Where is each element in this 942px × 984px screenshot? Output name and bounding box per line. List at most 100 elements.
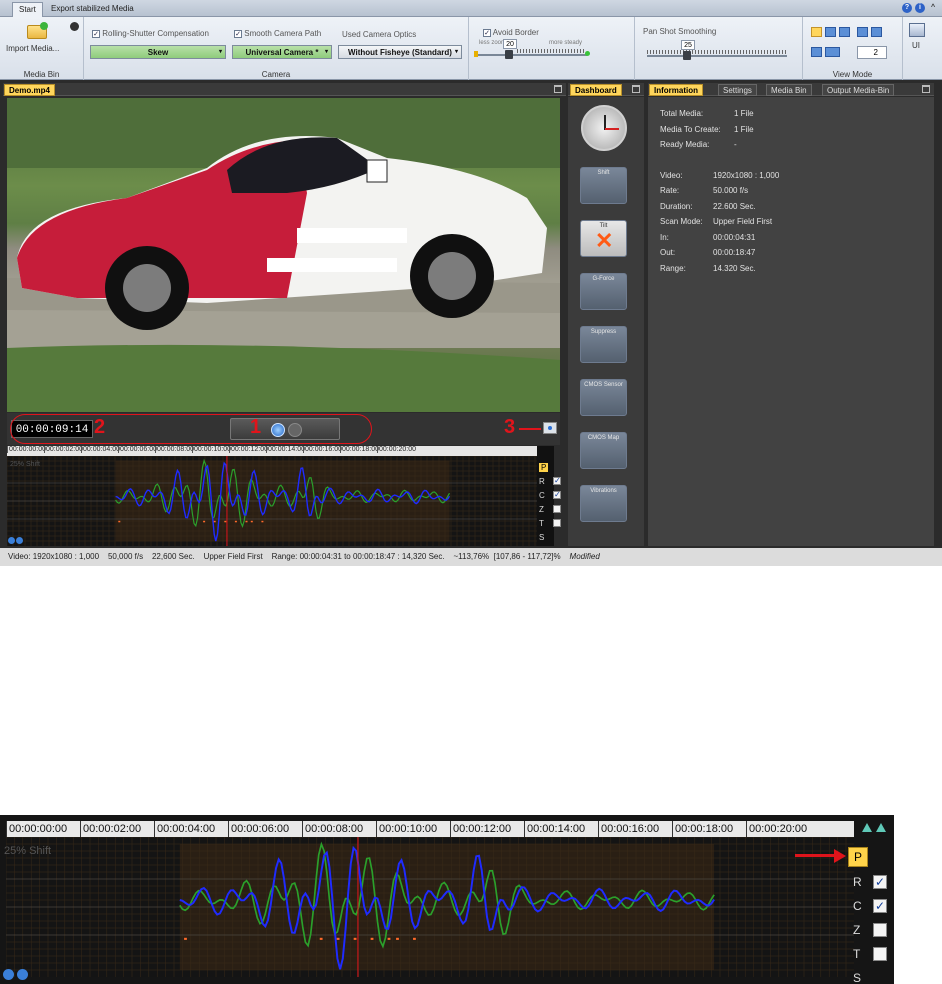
track-letter-c[interactable]: C	[853, 899, 862, 913]
media-bin-group-label: Media Bin	[23, 70, 60, 79]
chevron-down-icon: ▾	[454, 49, 458, 55]
gadget-vibrations[interactable]: Vibrations	[580, 485, 627, 522]
motion-graph-zoom[interactable]	[6, 837, 854, 977]
maximize-icon[interactable]	[632, 85, 640, 93]
layout-split-icon[interactable]	[825, 27, 836, 37]
event-marker	[413, 937, 416, 940]
smooth-path-checkbox[interactable]: ✓	[234, 29, 242, 38]
camera-path-select[interactable]: Universal Camera * ▾	[232, 45, 332, 59]
info-key: Total Media:	[660, 109, 704, 118]
status-video: Video: 1920x1080 : 1,000	[8, 552, 100, 561]
marker-in-icon[interactable]	[862, 823, 872, 832]
event-marker	[234, 520, 237, 523]
track-letter-p[interactable]: P	[539, 463, 549, 472]
time-ruler-zoom[interactable]: 00:00:00:00 00:00:02:00 00:00:04:00 00:00:0…	[6, 821, 854, 837]
gadget-shift[interactable]: Shift	[580, 167, 627, 204]
import-media-button[interactable]: Import Media...	[6, 44, 59, 53]
avoid-border-checkbox[interactable]: ✓	[483, 28, 491, 37]
track-letter-z[interactable]: Z	[853, 923, 860, 937]
track-letter-s[interactable]: S	[539, 533, 544, 542]
tab-output-media-bin[interactable]: Output Media-Bin	[822, 84, 895, 96]
ruler-tick: 00:00:10:00	[192, 446, 231, 453]
status-range: Range: 00:00:04:31 to 00:00:18:47 : 14,3…	[271, 552, 445, 561]
avoid-border-slider[interactable]	[477, 54, 587, 56]
track-checkbox-c[interactable]: ✓	[873, 899, 887, 913]
smooth-path-option[interactable]: ✓ Smooth Camera Path	[234, 29, 321, 38]
info-value: 1 File	[734, 124, 754, 134]
tab-information[interactable]: Information	[649, 84, 703, 96]
track-checkbox-r[interactable]: ✓	[873, 875, 887, 889]
avoid-border-value[interactable]: 20	[503, 39, 517, 49]
view-count-stepper[interactable]: 2	[857, 46, 887, 59]
zoom-in-icon[interactable]	[3, 969, 14, 980]
video-preview[interactable]	[7, 98, 560, 412]
ruler-tick: 00:00:18:00	[672, 821, 746, 837]
track-letter-c[interactable]: C	[539, 491, 545, 500]
track-checkbox-z[interactable]	[553, 505, 561, 513]
avoid-border-option[interactable]: ✓ Avoid Border	[483, 28, 539, 37]
event-marker	[353, 937, 357, 940]
gadget-cmos-map[interactable]: CMOS Map	[580, 432, 627, 469]
pan-shot-value[interactable]: 25	[681, 40, 695, 50]
avoid-border-slider-thumb[interactable]	[505, 50, 513, 59]
annotation-1: 1	[250, 416, 262, 438]
collapse-ribbon-icon[interactable]: ^	[928, 3, 938, 13]
track-checkbox-t[interactable]	[873, 947, 887, 961]
layout-single-icon[interactable]	[811, 27, 822, 37]
maximize-icon[interactable]	[922, 85, 930, 93]
motion-graph[interactable]	[7, 456, 537, 546]
record-icon[interactable]	[70, 22, 79, 31]
tab-settings[interactable]: Settings	[718, 84, 757, 96]
ribbon: Import Media... Media Bin ✓ Rolling-Shut…	[0, 17, 942, 80]
track-letter-t[interactable]: T	[853, 947, 860, 961]
chevron-down-icon: ▾	[324, 49, 328, 55]
zoom-out-icon[interactable]	[17, 969, 28, 980]
tab-dashboard[interactable]: Dashboard	[570, 84, 622, 96]
track-checkbox-r[interactable]: ✓	[553, 477, 561, 485]
pan-shot-slider-thumb[interactable]	[683, 51, 691, 60]
gadget-tilt[interactable]: Tilt ✕	[580, 220, 627, 257]
pan-shot-slider[interactable]	[647, 55, 787, 57]
status-zoom: ~113,76%	[453, 552, 490, 561]
time-ruler[interactable]: 00:00:00:0000:00:02:0000:00:04:0000:00:0…	[7, 446, 537, 456]
help-icon[interactable]: ?	[902, 3, 912, 13]
ruler-tick: 00:00:20:00	[377, 446, 416, 453]
track-letter-r[interactable]: R	[539, 477, 545, 486]
avoid-border-group: ✓ Avoid Border less zoom more steady 20	[469, 17, 635, 80]
track-p-button[interactable]: P	[848, 847, 868, 867]
monitor-icon[interactable]	[811, 47, 822, 57]
window-icon[interactable]	[909, 23, 925, 37]
optics-select[interactable]: Without Fisheye (Standard) ▾	[338, 45, 462, 59]
annotation-arrow	[519, 428, 541, 430]
gadget-cmos-sensor[interactable]: CMOS Sensor	[580, 379, 627, 416]
track-checkbox-c[interactable]: ✓	[553, 491, 561, 499]
info-icon[interactable]: i	[915, 3, 925, 13]
zoomed-motion-timeline[interactable]: 00:00:00:00 00:00:02:00 00:00:04:00 00:00:0…	[0, 815, 894, 984]
rolling-shutter-select[interactable]: Skew ▾	[90, 45, 226, 59]
track-checkbox-z[interactable]	[873, 923, 887, 937]
track-checkbox-t[interactable]	[553, 519, 561, 527]
zoom-out-icon[interactable]	[16, 537, 23, 544]
rolling-shutter-option[interactable]: ✓ Rolling-Shutter Compensation	[92, 29, 209, 38]
layout-compare-icon[interactable]	[857, 27, 868, 37]
tab-start[interactable]: Start	[12, 2, 43, 17]
tab-export[interactable]: Export stabilized Media	[45, 2, 140, 17]
motion-timeline[interactable]: 00:00:00:0000:00:02:0000:00:04:0000:00:0…	[7, 446, 561, 546]
maximize-icon[interactable]	[554, 85, 562, 93]
gadget-suppress[interactable]: Suppress	[580, 326, 627, 363]
layout-wide-icon[interactable]	[871, 27, 882, 37]
track-letter-s[interactable]: S	[853, 971, 861, 984]
tab-demo-mp4[interactable]: Demo.mp4	[4, 84, 55, 96]
track-letter-z[interactable]: Z	[539, 505, 544, 514]
tab-media-bin[interactable]: Media Bin	[766, 84, 812, 96]
track-letter-r[interactable]: R	[853, 875, 862, 889]
monitor-dropdown-icon[interactable]	[825, 47, 840, 57]
zoom-in-icon[interactable]	[8, 537, 15, 544]
gadget-g-force[interactable]: G-Force	[580, 273, 627, 310]
track-letter-t[interactable]: T	[539, 519, 544, 528]
info-key: Video:	[660, 170, 683, 180]
rolling-shutter-checkbox[interactable]: ✓	[92, 29, 100, 38]
marker-out-icon[interactable]	[876, 823, 886, 832]
ruler-tick: 00:00:02:00	[44, 446, 83, 453]
layout-side-icon[interactable]	[839, 27, 850, 37]
